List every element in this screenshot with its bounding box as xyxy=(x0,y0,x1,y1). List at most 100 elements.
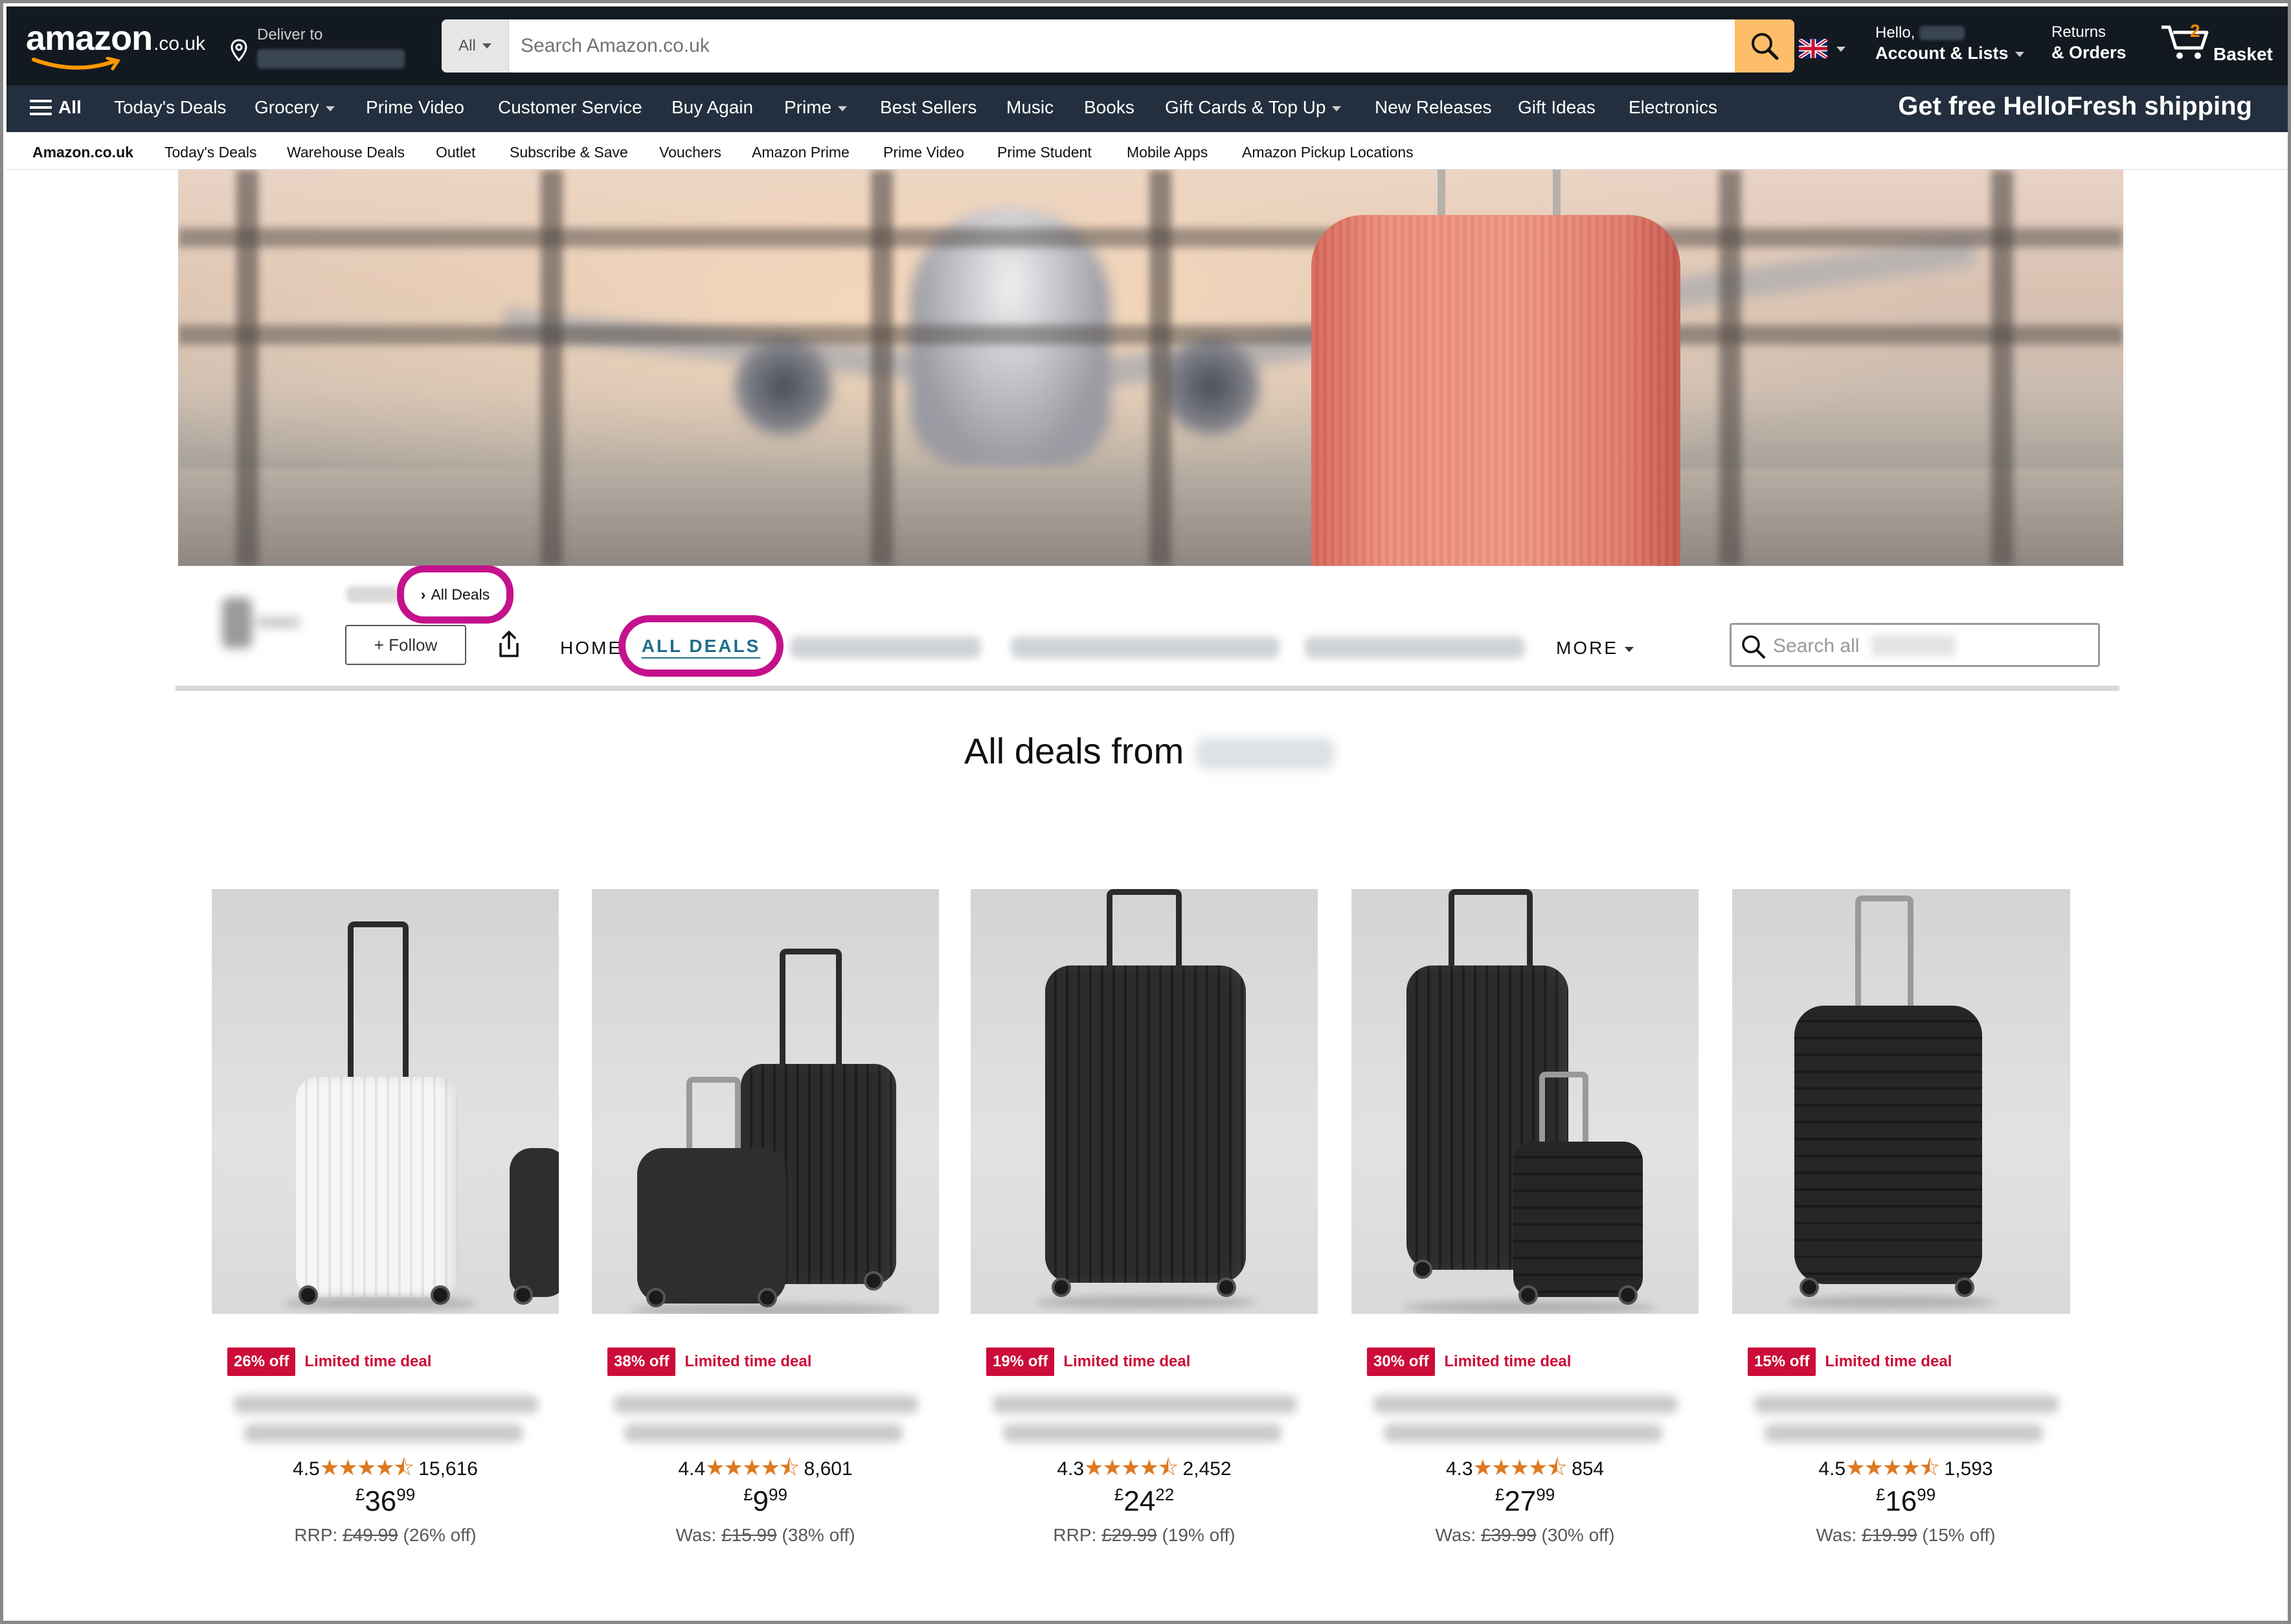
language-selector[interactable] xyxy=(1798,37,1846,62)
product-image[interactable] xyxy=(212,889,559,1314)
nav-best-sellers[interactable]: Best Sellers xyxy=(880,97,976,118)
nav-grocery[interactable]: Grocery xyxy=(254,97,335,118)
nav-new-releases[interactable]: New Releases xyxy=(1375,97,1492,118)
basket-link[interactable]: 2 Basket xyxy=(2160,21,2273,64)
deal-label: Limited time deal xyxy=(304,1353,432,1370)
subnav-warehouse-deals[interactable]: Warehouse Deals xyxy=(287,144,405,161)
page-title-store-redacted xyxy=(1196,738,1335,770)
rating-value: 4.5 xyxy=(293,1458,320,1480)
nav-prime-video[interactable]: Prime Video xyxy=(366,97,464,118)
store-logo[interactable] xyxy=(209,591,306,656)
product-card[interactable]: 15% off Limited time deal 4.5★★★★⯪ 1,593… xyxy=(1732,889,2079,1556)
top-navbar: amazon.co.uk Deliver to All Search Amazo… xyxy=(6,6,2288,85)
nav-buy-again[interactable]: Buy Again xyxy=(672,97,753,118)
tab-more-dropdown[interactable]: MORE xyxy=(1556,638,1634,659)
previous-price: Was: £39.99 (30% off) xyxy=(1435,1525,1615,1545)
rating-value: 4.3 xyxy=(1057,1458,1085,1480)
subnav-pickup-locations[interactable]: Amazon Pickup Locations xyxy=(1242,144,1414,161)
product-title-redacted[interactable] xyxy=(1003,1424,1281,1442)
main-nav: All Today's Deals Grocery Prime Video Cu… xyxy=(6,85,2288,132)
subnav-amazon-home[interactable]: Amazon.co.uk xyxy=(32,144,133,161)
product-title-redacted[interactable] xyxy=(614,1395,918,1414)
product-card[interactable]: 30% off Limited time deal 4.3★★★★⯪ 854 £… xyxy=(1351,889,1699,1556)
search-button[interactable] xyxy=(1735,19,1794,73)
nav-todays-deals[interactable]: Today's Deals xyxy=(114,97,226,118)
previous-price: Was: £19.99 (15% off) xyxy=(1816,1525,1996,1545)
deal-badge-row: 38% off Limited time deal xyxy=(607,1348,811,1376)
nav-electronics[interactable]: Electronics xyxy=(1629,97,1717,118)
breadcrumb-all-deals[interactable]: › All Deals xyxy=(397,565,514,624)
search-category-label: All xyxy=(458,37,476,54)
discount-badge: 38% off xyxy=(607,1348,676,1376)
product-card[interactable]: 19% off Limited time deal 4.3★★★★⯪ 2,452… xyxy=(971,889,1318,1556)
product-price: £1699 xyxy=(1875,1485,1936,1517)
subnav-todays-deals[interactable]: Today's Deals xyxy=(164,144,256,161)
review-count: 8,601 xyxy=(804,1458,853,1480)
review-count: 1,593 xyxy=(1944,1458,1993,1480)
product-rating[interactable]: 4.3★★★★⯪ 854 xyxy=(1351,1452,1699,1489)
nav-prime[interactable]: Prime xyxy=(784,97,848,118)
discount-badge: 15% off xyxy=(1748,1348,1816,1376)
nav-gift-cards[interactable]: Gift Cards & Top Up xyxy=(1165,97,1342,118)
product-rating[interactable]: 4.4★★★★⯪ 8,601 xyxy=(592,1452,939,1489)
subnav-prime-student[interactable]: Prime Student xyxy=(997,144,1092,161)
product-title-redacted[interactable] xyxy=(1765,1424,2043,1442)
amazon-logo[interactable]: amazon.co.uk xyxy=(26,18,205,71)
product-card[interactable]: 26% off Limited time deal 4.5★★★★⯪ 15,61… xyxy=(212,889,559,1556)
location-pin-icon xyxy=(231,39,247,62)
previous-price: RRP: £29.99 (19% off) xyxy=(1053,1525,1236,1545)
star-rating-icon: ★★★★⯪ xyxy=(1845,1456,1940,1480)
product-rating[interactable]: 4.3★★★★⯪ 2,452 xyxy=(971,1452,1318,1489)
product-image[interactable] xyxy=(1732,889,2070,1314)
search-input[interactable]: Search Amazon.co.uk xyxy=(521,35,710,57)
all-menu-label: All xyxy=(58,97,82,117)
star-rating-icon: ★★★★⯪ xyxy=(705,1456,800,1480)
subnav-outlet[interactable]: Outlet xyxy=(436,144,475,161)
product-image[interactable] xyxy=(592,889,939,1314)
product-image[interactable] xyxy=(971,889,1318,1314)
account-name-redacted xyxy=(1919,26,1965,40)
tab-home[interactable]: HOME xyxy=(560,638,622,659)
product-title-redacted[interactable] xyxy=(993,1395,1297,1414)
rating-value: 4.3 xyxy=(1445,1458,1473,1480)
product-rating[interactable]: 4.5★★★★⯪ 1,593 xyxy=(1732,1452,2079,1489)
share-icon[interactable] xyxy=(497,630,521,659)
product-card[interactable]: 38% off Limited time deal 4.4★★★★⯪ 8,601… xyxy=(592,889,939,1556)
store-search-input[interactable]: Search all xyxy=(1730,623,2100,667)
product-title-redacted[interactable] xyxy=(234,1395,538,1414)
previous-price: Was: £15.99 (38% off) xyxy=(675,1525,855,1545)
follow-button[interactable]: + Follow xyxy=(345,625,466,665)
nav-customer-service[interactable]: Customer Service xyxy=(498,97,642,118)
returns-orders-link[interactable]: Returns & Orders xyxy=(2051,23,2127,63)
tab-redacted-2[interactable] xyxy=(1011,637,1280,659)
nav-gift-ideas[interactable]: Gift Ideas xyxy=(1518,97,1596,118)
subnav-amazon-prime[interactable]: Amazon Prime xyxy=(752,144,850,161)
product-title-redacted[interactable] xyxy=(244,1424,523,1442)
account-lists-menu[interactable]: Hello, Account & Lists xyxy=(1875,23,2024,63)
product-title-redacted[interactable] xyxy=(624,1424,903,1442)
product-title-redacted[interactable] xyxy=(1384,1424,1662,1442)
product-title-redacted[interactable] xyxy=(1754,1395,2059,1414)
tab-redacted-3[interactable] xyxy=(1305,637,1525,659)
store-nav-divider xyxy=(175,686,2119,691)
search-category-select[interactable]: All xyxy=(442,19,509,73)
tab-redacted-1[interactable] xyxy=(790,637,981,659)
chevron-down-icon xyxy=(325,106,335,111)
all-menu-button[interactable]: All xyxy=(30,97,82,118)
deliver-label: Deliver to xyxy=(257,26,323,43)
subnav-subscribe-save[interactable]: Subscribe & Save xyxy=(510,144,628,161)
promo-banner-link[interactable]: Get free HelloFresh shipping xyxy=(1898,92,2252,121)
store-hero-banner xyxy=(178,170,2123,566)
product-image[interactable] xyxy=(1351,889,1699,1314)
nav-music[interactable]: Music xyxy=(1006,97,1054,118)
nav-books[interactable]: Books xyxy=(1084,97,1134,118)
subnav-vouchers[interactable]: Vouchers xyxy=(659,144,721,161)
discount-badge: 30% off xyxy=(1367,1348,1436,1376)
subnav-mobile-apps[interactable]: Mobile Apps xyxy=(1127,144,1208,161)
product-title-redacted[interactable] xyxy=(1373,1395,1678,1414)
tab-all-deals[interactable]: ALL DEALS xyxy=(618,615,784,677)
product-rating[interactable]: 4.5★★★★⯪ 15,616 xyxy=(212,1452,559,1489)
previous-price: RRP: £49.99 (26% off) xyxy=(294,1525,477,1545)
chevron-right-icon: › xyxy=(420,585,426,603)
subnav-prime-video[interactable]: Prime Video xyxy=(883,144,964,161)
